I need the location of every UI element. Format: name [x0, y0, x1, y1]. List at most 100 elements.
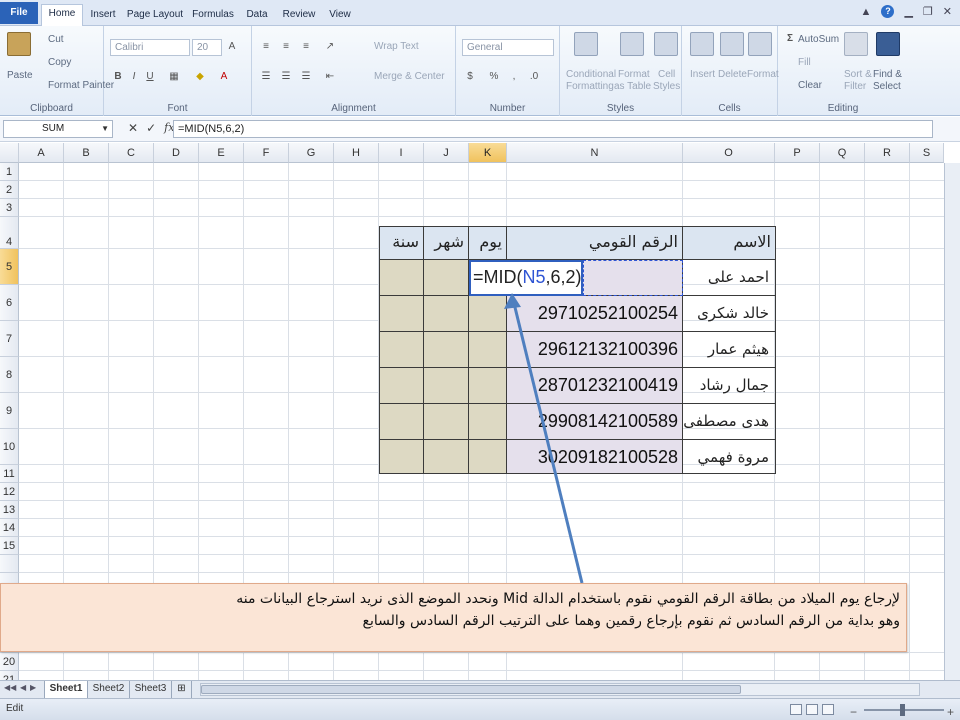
- cell-styles-label[interactable]: Cell: [658, 69, 675, 80]
- help-icon[interactable]: ?: [881, 5, 895, 18]
- clear-button[interactable]: Clear: [798, 80, 822, 91]
- tab-review[interactable]: Review: [280, 6, 318, 26]
- orientation-icon[interactable]: ↗: [322, 39, 338, 55]
- minimize-window-icon[interactable]: ▁: [904, 5, 912, 18]
- format-as-table-label[interactable]: Format: [618, 69, 650, 80]
- format-as-table-label-2[interactable]: as Table: [614, 81, 651, 92]
- paste-button[interactable]: Paste: [7, 70, 33, 81]
- sheet-tab-sheet3[interactable]: Sheet3: [130, 681, 172, 698]
- wrap-text-button[interactable]: Wrap Text: [374, 41, 419, 52]
- minimize-ribbon-icon[interactable]: ▲: [861, 6, 872, 18]
- alignment-group: ≡ ≡ ≡ ↗ ☰ ☰ ☰ ⇤ Wrap Text Merge & Center…: [252, 26, 456, 116]
- caption-line-2: وهو بداية من الرقم السادس ثم نقوم بإرجاع…: [362, 613, 901, 629]
- fill-button[interactable]: Fill: [798, 57, 811, 68]
- insert-sheet-icon[interactable]: ⊞: [172, 681, 192, 698]
- underline-icon[interactable]: U: [142, 69, 158, 85]
- borders-icon[interactable]: ▦: [166, 69, 182, 85]
- font-color-icon[interactable]: A: [216, 69, 232, 85]
- conditional-formatting-label-2[interactable]: Formatting: [566, 81, 614, 92]
- insert-cells-icon[interactable]: [690, 32, 714, 56]
- format-cells-button[interactable]: Format: [747, 69, 779, 80]
- cell-styles-label-2[interactable]: Styles: [653, 81, 680, 92]
- restore-window-icon[interactable]: ❐: [923, 5, 933, 18]
- binoculars-icon[interactable]: [876, 32, 900, 56]
- conditional-formatting-label[interactable]: Conditional: [566, 69, 616, 80]
- scroll-thumb[interactable]: [201, 685, 741, 694]
- page-layout-view-icon[interactable]: [806, 704, 818, 715]
- find-select-label-2[interactable]: Select: [873, 81, 901, 92]
- align-left-icon[interactable]: ☰: [258, 69, 274, 85]
- ribbon-home: Paste Cut Copy Format Painter Clipboard …: [0, 26, 960, 116]
- tab-file[interactable]: File: [0, 2, 38, 24]
- grow-font-icon[interactable]: A: [224, 39, 240, 55]
- autosum-button[interactable]: AutoSum: [798, 34, 839, 45]
- clipboard-group: Paste Cut Copy Format Painter Clipboard: [0, 26, 114, 116]
- name-box-value: SUM: [42, 123, 65, 134]
- paste-icon[interactable]: [7, 32, 31, 56]
- sheet-tab-sheet2[interactable]: Sheet2: [88, 681, 130, 698]
- align-right-icon[interactable]: ☰: [298, 69, 314, 85]
- sort-filter-label[interactable]: Sort &: [844, 69, 872, 80]
- zoom-in-icon[interactable]: +: [947, 702, 954, 720]
- sheet-tab-sheet1[interactable]: Sheet1: [44, 681, 88, 698]
- delete-cells-icon[interactable]: [720, 32, 744, 56]
- horizontal-scrollbar[interactable]: [200, 683, 920, 696]
- cell-styles-icon[interactable]: [654, 32, 678, 56]
- clipboard-label: Clipboard: [30, 103, 73, 114]
- conditional-formatting-icon[interactable]: [574, 32, 598, 56]
- merge-center-button[interactable]: Merge & Center: [374, 71, 445, 82]
- percent-icon[interactable]: %: [486, 69, 502, 85]
- editing-label: Editing: [827, 103, 859, 114]
- italic-icon[interactable]: I: [126, 69, 142, 85]
- zoom-slider-knob[interactable]: [900, 704, 905, 716]
- tab-data[interactable]: Data: [242, 6, 272, 26]
- sort-filter-icon[interactable]: [844, 32, 868, 56]
- font-name-select[interactable]: Calibri: [110, 39, 190, 56]
- tab-insert[interactable]: Insert: [86, 6, 120, 26]
- font-size-select[interactable]: 20: [192, 39, 222, 56]
- format-as-table-icon[interactable]: [620, 32, 644, 56]
- cut-button[interactable]: Cut: [48, 34, 64, 45]
- sort-filter-label-2[interactable]: Filter: [844, 81, 866, 92]
- cells-group: Insert Delete Format Cells: [682, 26, 779, 116]
- find-select-label[interactable]: Find &: [873, 69, 902, 80]
- autosum-icon[interactable]: Σ: [782, 31, 798, 47]
- tab-page-layout[interactable]: Page Layout: [126, 6, 184, 26]
- next-sheet-icon[interactable]: ▶: [30, 683, 36, 692]
- align-top-icon[interactable]: ≡: [258, 39, 274, 55]
- enter-icon[interactable]: ✓: [146, 121, 156, 135]
- decimal-icon[interactable]: .0: [526, 69, 542, 85]
- name-box[interactable]: SUM ▼: [3, 120, 113, 138]
- indent-icon[interactable]: ⇤: [322, 69, 338, 85]
- align-middle-icon[interactable]: ≡: [278, 39, 294, 55]
- editing-group: Σ AutoSum Fill Clear Sort & Filter Find …: [778, 26, 908, 116]
- chevron-down-icon[interactable]: ▼: [101, 121, 109, 137]
- prev-sheet-icon[interactable]: ◀: [20, 683, 26, 692]
- comma-icon[interactable]: ,: [506, 69, 522, 85]
- format-cells-icon[interactable]: [748, 32, 772, 56]
- bold-icon[interactable]: B: [110, 69, 126, 85]
- currency-icon[interactable]: $: [462, 69, 478, 85]
- tab-formulas[interactable]: Formulas: [190, 6, 236, 26]
- copy-button[interactable]: Copy: [48, 57, 71, 68]
- tab-view[interactable]: View: [324, 6, 356, 26]
- styles-group: Conditional Formatting Format as Table C…: [560, 26, 682, 116]
- insert-cells-button[interactable]: Insert: [690, 69, 715, 80]
- cells-label: Cells: [718, 103, 741, 114]
- font-label: Font: [167, 103, 188, 114]
- zoom-out-icon[interactable]: −: [850, 702, 857, 720]
- number-format-select[interactable]: General: [462, 39, 554, 56]
- instruction-caption: لإرجاع يوم الميلاد من بطاقة الرقم القومي…: [0, 583, 907, 652]
- fill-color-icon[interactable]: ◆: [192, 69, 208, 85]
- close-window-icon[interactable]: ✕: [943, 5, 952, 18]
- align-center-icon[interactable]: ☰: [278, 69, 294, 85]
- vertical-scrollbar[interactable]: [944, 163, 960, 680]
- align-bottom-icon[interactable]: ≡: [298, 39, 314, 55]
- cancel-icon[interactable]: ✕: [128, 121, 138, 135]
- page-break-view-icon[interactable]: [822, 704, 834, 715]
- first-sheet-icon[interactable]: ◀◀: [4, 683, 16, 692]
- normal-view-icon[interactable]: [790, 704, 802, 715]
- formula-input[interactable]: =MID(N5,6,2): [173, 120, 933, 138]
- tab-home[interactable]: Home: [41, 4, 83, 27]
- delete-cells-button[interactable]: Delete: [718, 69, 747, 80]
